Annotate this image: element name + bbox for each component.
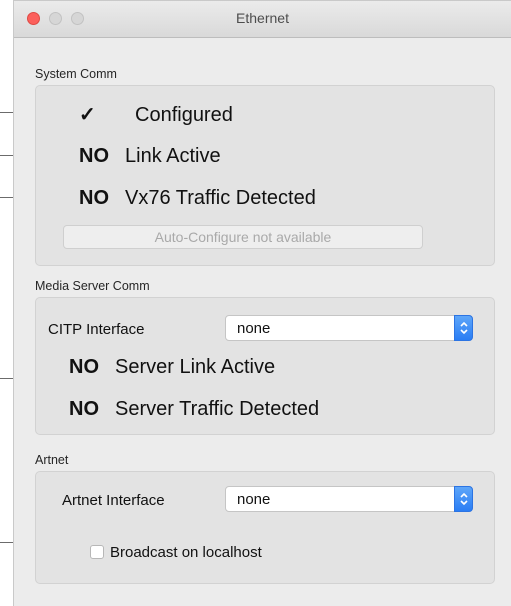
status-row-vx76-traffic: NO Vx76 Traffic Detected <box>79 187 316 210</box>
window-title: Ethernet <box>236 10 289 26</box>
status-row-configured: ✓ Configured <box>79 102 233 127</box>
updown-chevron-icon <box>454 315 473 341</box>
status-row-server-link-active: NO Server Link Active <box>69 356 275 379</box>
artnet-label: Artnet <box>35 453 69 467</box>
citp-interface-value: none <box>237 320 271 337</box>
artnet-interface-label: Artnet Interface <box>62 492 165 509</box>
status-indicator: NO <box>79 187 109 209</box>
broadcast-localhost-checkbox[interactable] <box>90 545 104 559</box>
title-bar[interactable]: Ethernet <box>14 1 511 38</box>
media-server-comm-group: CITP Interface none NO Server Link Active… <box>35 297 495 435</box>
status-indicator: NO <box>79 145 109 167</box>
ethernet-window: Ethernet System Comm ✓ Configured NO Link … <box>13 0 511 606</box>
status-text: Link Active <box>125 145 221 167</box>
auto-configure-button: Auto-Configure not available <box>63 225 423 249</box>
citp-interface-label: CITP Interface <box>48 321 145 338</box>
checkmark-icon: ✓ <box>79 104 96 126</box>
updown-chevron-icon <box>454 486 473 512</box>
status-text: Server Link Active <box>115 356 276 378</box>
artnet-interface-value: none <box>237 491 271 508</box>
status-text: Server Traffic Detected <box>115 398 320 420</box>
status-text: Vx76 Traffic Detected <box>125 187 316 209</box>
artnet-interface-select[interactable]: none <box>225 486 473 512</box>
status-indicator: NO <box>69 356 99 378</box>
status-row-server-traffic: NO Server Traffic Detected <box>69 398 319 421</box>
status-indicator: NO <box>69 398 99 420</box>
artnet-group: Artnet Interface none Broadcast on local… <box>35 471 495 584</box>
media-server-comm-label: Media Server Comm <box>35 279 150 293</box>
citp-interface-select[interactable]: none <box>225 315 473 341</box>
status-text: Configured <box>135 104 233 126</box>
system-comm-label: System Comm <box>35 67 117 81</box>
status-row-link-active: NO Link Active <box>79 145 221 168</box>
broadcast-localhost-label[interactable]: Broadcast on localhost <box>110 544 262 561</box>
system-comm-group: ✓ Configured NO Link Active NO Vx76 Traffic… <box>35 85 495 266</box>
